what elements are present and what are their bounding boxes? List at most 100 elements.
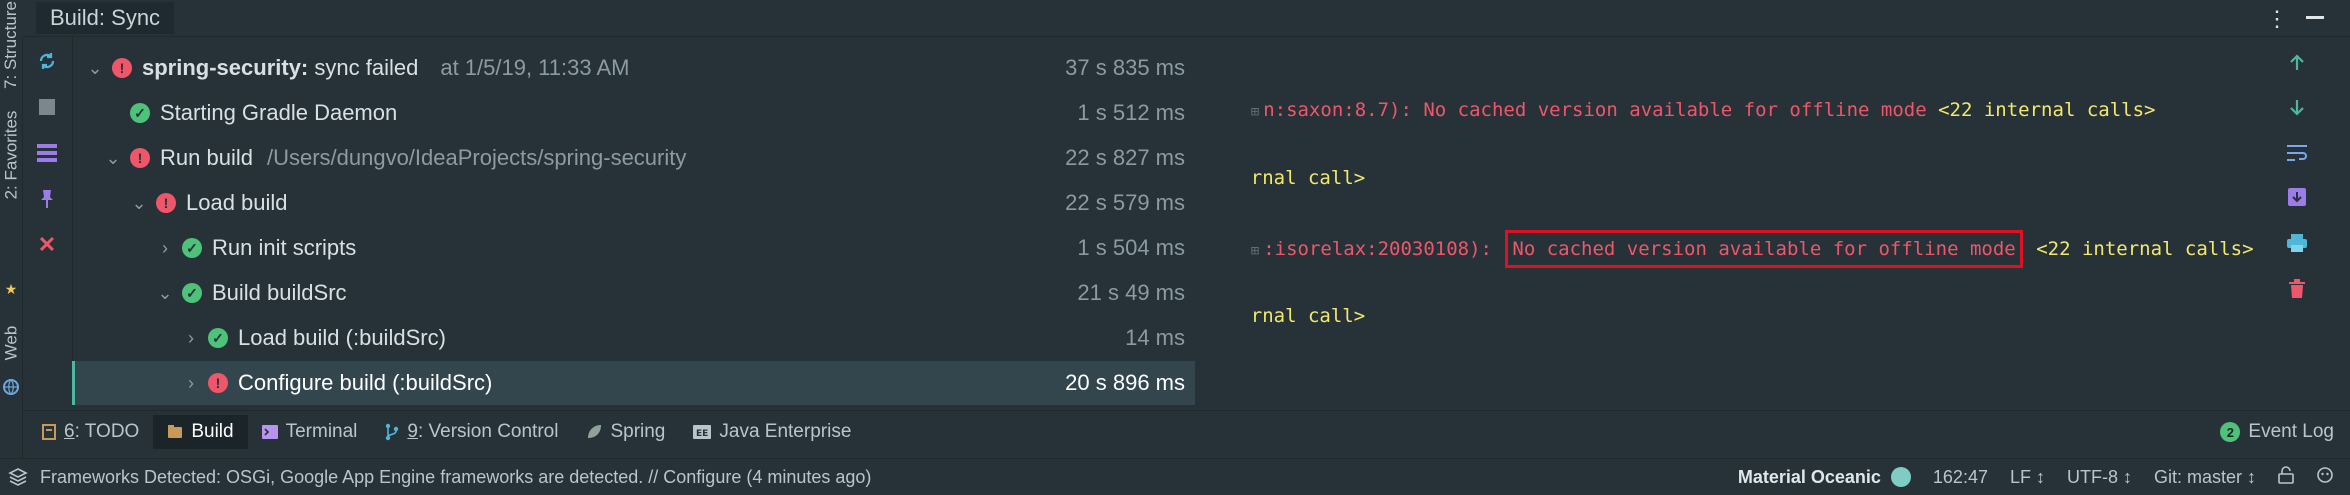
theme-name[interactable]: Material Oceanic [1738, 467, 1881, 488]
tab-build[interactable]: Build [153, 415, 248, 449]
line-separator[interactable]: LF ↕ [2010, 467, 2045, 488]
svg-text:EE: EE [696, 429, 708, 439]
internal-calls-link[interactable]: <22 internal calls> [1938, 99, 2155, 121]
chevron-down-icon[interactable]: ⌄ [156, 283, 174, 304]
tree-row[interactable]: › ✓ Run init scripts 1 s 504 ms [72, 226, 1195, 270]
build-actions-toolbar: ✕ [22, 36, 73, 406]
tree-row-label: Run build [160, 145, 253, 170]
tree-row-selected[interactable]: › ! Configure build (:buildSrc) 20 s 896… [72, 361, 1195, 405]
console-line: ⊞ n:saxon:8.7): No cached version availab… [1205, 74, 2156, 148]
tab-terminal[interactable]: Terminal [248, 415, 372, 449]
tree-row-root[interactable]: ⌄ ! spring-security: sync failed at 1/5/… [72, 46, 1195, 90]
console-error-text: :isorelax:20030108): [1263, 238, 1504, 260]
tree-row-duration: 21 s 49 ms [1077, 280, 1185, 305]
trash-icon[interactable] [2282, 274, 2312, 304]
tree-row-label: Run init scripts [212, 235, 357, 260]
tab-vc-key: 9 [407, 421, 418, 442]
tab-todo-label: : TODO [74, 421, 140, 442]
status-widgets: Material Oceanic 162:47 LF ↕ UTF-8 ↕ Git… [1738, 459, 2334, 495]
tree-row-duration: 20 s 896 ms [1065, 370, 1185, 395]
todo-icon [42, 424, 56, 440]
tree-row-label: Starting Gradle Daemon [160, 100, 398, 125]
scroll-to-end-icon[interactable] [2282, 182, 2312, 212]
tab-todo-key: 6 [64, 421, 75, 442]
print-icon[interactable] [2282, 228, 2312, 258]
console-line: rnal call> [1205, 142, 1365, 214]
selection-indicator [72, 361, 75, 405]
tab-java-enterprise-label: Java Enterprise [719, 421, 852, 442]
more-options-icon[interactable]: ⋮ [2266, 6, 2288, 32]
tab-build-label: Build [191, 421, 234, 442]
tree-row[interactable]: ⌄ ! Run build /Users/dungvo/IdeaProjects… [72, 136, 1195, 180]
theme-indicator [1890, 467, 1911, 487]
arrow-down-icon[interactable] [2282, 92, 2312, 122]
stop-icon[interactable] [36, 96, 58, 118]
globe-icon [0, 376, 24, 398]
event-count-badge: 2 [2220, 422, 2241, 442]
tree-row-duration: 14 ms [1125, 325, 1185, 350]
close-icon[interactable]: ✕ [36, 232, 58, 257]
tab-java-enterprise[interactable]: EE Java Enterprise [679, 415, 865, 449]
fold-icon[interactable]: ⊞ [1251, 104, 1259, 120]
tree-row[interactable]: ⌄ ! Load build 22 s 579 ms [72, 181, 1195, 225]
pin-icon[interactable] [36, 188, 58, 210]
chevron-down-icon[interactable]: ⌄ [104, 148, 122, 169]
chevron-right-icon[interactable]: › [182, 328, 200, 349]
fold-icon[interactable]: ⊞ [1251, 243, 1259, 259]
inspector-icon[interactable] [2316, 466, 2334, 489]
status-message[interactable]: Frameworks Detected: OSGi, Google App En… [40, 467, 871, 488]
tree-row-duration: 1 s 512 ms [1077, 100, 1185, 125]
tree-row-duration: 22 s 827 ms [1065, 145, 1185, 170]
tab-vc-label: : Version Control [417, 421, 559, 442]
event-log-button[interactable]: 2 Event Log [2220, 411, 2334, 453]
tab-todo[interactable]: 6: TODO [28, 415, 153, 449]
favorites-tab[interactable]: 2: Favorites [0, 100, 24, 210]
console-error-text: n:saxon:8.7): No cached version availabl… [1263, 99, 1939, 121]
tree-row[interactable]: ✓ Starting Gradle Daemon 1 s 512 ms [72, 91, 1195, 135]
chevron-right-icon[interactable]: › [156, 238, 174, 259]
tree-row-timestamp: at 1/5/19, 11:33 AM [440, 55, 630, 80]
tree-row-duration: 1 s 504 ms [1077, 235, 1185, 260]
tree-row-label: Configure build (:buildSrc) [238, 370, 493, 395]
success-icon: ✓ [182, 238, 202, 258]
file-encoding[interactable]: UTF-8 ↕ [2067, 467, 2132, 488]
error-icon: ! [156, 193, 176, 213]
sync-icon[interactable] [36, 50, 58, 72]
git-branch[interactable]: Git: master ↕ [2154, 467, 2256, 488]
structure-tab[interactable]: 7: Structure [0, 0, 24, 90]
tree-row-duration: 37 s 835 ms [1065, 55, 1185, 80]
toggle-view-icon[interactable] [36, 142, 58, 164]
tree-row-label: Build buildSrc [212, 280, 347, 305]
minimize-icon[interactable] [2306, 16, 2324, 19]
caret-position[interactable]: 162:47 [1933, 467, 1988, 488]
layers-icon[interactable] [8, 467, 28, 492]
tree-row-suffix: sync failed [308, 55, 419, 80]
build-icon [167, 424, 183, 440]
internal-call-link[interactable]: rnal call> [1251, 167, 1365, 189]
arrow-up-icon[interactable] [2282, 48, 2312, 78]
lock-icon[interactable] [2278, 465, 2294, 489]
build-console-output: ⊞ n:saxon:8.7): No cached version availab… [1205, 60, 2265, 390]
chevron-down-icon[interactable]: ⌄ [86, 58, 104, 79]
success-icon: ✓ [130, 103, 150, 123]
build-sync-tab[interactable]: Build: Sync [36, 2, 175, 34]
tab-version-control[interactable]: 9: Version Control [371, 415, 572, 449]
tab-spring[interactable]: Spring [572, 415, 679, 449]
structure-tab-label: 7: Structure [1, 1, 20, 89]
console-actions [2282, 48, 2312, 308]
web-tab[interactable]: Web [0, 318, 24, 368]
status-bar: Frameworks Detected: OSGi, Google App En… [0, 458, 2350, 495]
tab-terminal-label: Terminal [285, 421, 358, 442]
chevron-down-icon[interactable]: ⌄ [130, 193, 148, 214]
chevron-right-icon[interactable]: › [182, 373, 200, 394]
tree-row[interactable]: › ✓ Load build (:buildSrc) 14 ms [72, 316, 1195, 360]
internal-calls-link[interactable]: <22 internal calls> [2025, 238, 2253, 260]
soft-wrap-icon[interactable] [2282, 138, 2312, 168]
tree-row-duration: 22 s 579 ms [1065, 190, 1185, 215]
tree-row[interactable]: ⌄ ✓ Build buildSrc 21 s 49 ms [72, 271, 1195, 315]
internal-call-link[interactable]: rnal call> [1251, 305, 1365, 327]
terminal-icon [261, 425, 278, 439]
build-window-header: Build: Sync ⋮ [22, 0, 2350, 37]
tree-row-path: /Users/dungvo/IdeaProjects/spring-securi… [266, 145, 687, 170]
left-tool-strip: 7: Structure 2: Favorites ★ Web [0, 0, 23, 458]
